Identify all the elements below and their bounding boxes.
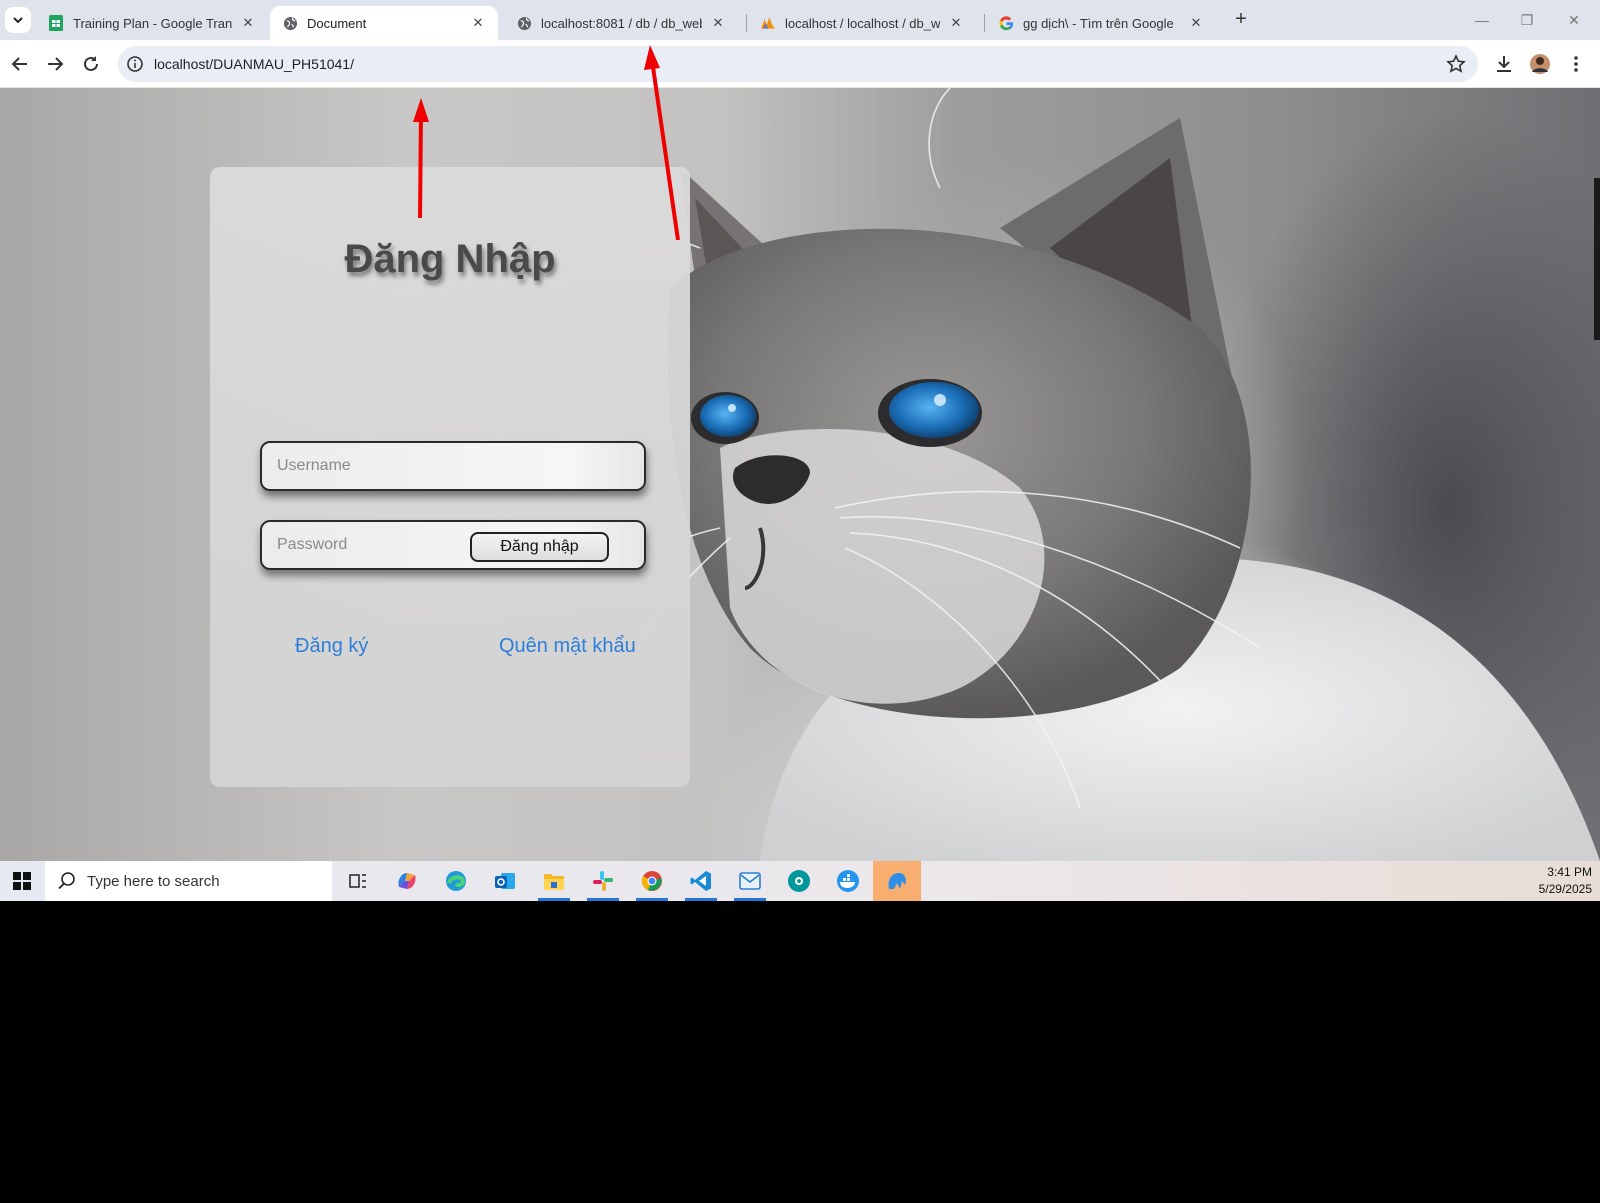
clock-time: 3:41 PM — [1547, 865, 1592, 879]
copilot-icon — [398, 873, 416, 889]
google-icon — [998, 15, 1014, 31]
outlook-app[interactable] — [481, 861, 529, 901]
running-indicator — [538, 898, 570, 901]
system-clock[interactable]: 3:41 PM 5/29/2025 — [1539, 864, 1592, 898]
windows-logo-icon — [13, 872, 31, 890]
reload-button[interactable] — [79, 52, 103, 76]
page-scrollbar[interactable] — [1594, 178, 1600, 340]
browser-toolbar: localhost/DUANMAU_PH51041/ — [0, 40, 1600, 88]
mail-icon — [739, 872, 761, 890]
close-icon[interactable]: ✕ — [710, 15, 726, 31]
tab-separator — [746, 14, 747, 32]
arduino-app[interactable] — [775, 861, 823, 901]
chevron-down-icon — [13, 17, 23, 24]
running-indicator — [685, 898, 717, 901]
task-view-button[interactable] — [334, 861, 382, 901]
clock-date: 5/29/2025 — [1538, 882, 1592, 896]
globe-icon — [282, 15, 298, 31]
vscode-app[interactable] — [677, 861, 725, 901]
login-card: Đăng Nhập Đăng nhập Đăng ký Quên mật khẩ… — [210, 167, 690, 787]
username-input[interactable] — [262, 443, 644, 489]
tab-training-plan[interactable]: Training Plan - Google Trang tính ✕ — [36, 6, 268, 40]
tab-title: gg dịch\ - Tìm trên Google — [1023, 15, 1174, 31]
tab-title: Document — [307, 15, 367, 31]
browser-menu-button[interactable] — [1564, 52, 1588, 76]
file-explorer-app[interactable] — [530, 861, 578, 901]
download-icon — [1497, 56, 1511, 72]
close-icon[interactable]: ✕ — [470, 15, 486, 31]
copilot-app[interactable] — [383, 861, 431, 901]
tab-title: Training Plan - Google Trang tính — [73, 15, 232, 31]
login-title: Đăng Nhập — [344, 237, 556, 281]
desktop-screen: Training Plan - Google Trang tính ✕ Docu… — [0, 0, 1600, 1203]
windows-taskbar: Type here to search 3:41 PM 5/29/2025 — [0, 861, 1600, 901]
tab-title: localhost:8081 / db / db_web_thoi_trang — [541, 15, 702, 31]
vscode-icon — [690, 871, 711, 891]
docker-icon — [837, 870, 859, 892]
tab-title: localhost / localhost / db_web_thoi_tran… — [785, 15, 940, 31]
browser-tab-strip: Training Plan - Google Trang tính ✕ Docu… — [0, 0, 1600, 40]
reload-icon — [84, 56, 98, 71]
back-button[interactable] — [8, 52, 32, 76]
tab-separator — [984, 14, 985, 32]
arrow-left-icon — [11, 57, 27, 71]
username-field-wrapper — [260, 441, 646, 491]
file-explorer-icon — [544, 874, 564, 890]
tab-localhost-8081[interactable]: localhost:8081 / db / db_web_thoi_trang … — [504, 6, 738, 40]
minimize-icon[interactable]: — — [1470, 8, 1494, 32]
chrome-icon — [641, 871, 662, 891]
blue-app[interactable] — [873, 861, 921, 901]
edge-app[interactable] — [432, 861, 480, 901]
url-text[interactable]: localhost/DUANMAU_PH51041/ — [154, 56, 354, 72]
address-bar[interactable]: localhost/DUANMAU_PH51041/ — [118, 46, 1478, 82]
arrow-right-icon — [48, 57, 64, 71]
running-indicator — [587, 898, 619, 901]
page-viewport: Đăng Nhập Đăng nhập Đăng ký Quên mật khẩ… — [0, 88, 1600, 861]
phpmyadmin-icon — [760, 15, 776, 31]
taskbar-search-box[interactable]: Type here to search — [45, 861, 332, 901]
running-indicator — [734, 898, 766, 901]
star-icon[interactable] — [1446, 54, 1466, 74]
new-tab-button[interactable]: + — [1230, 9, 1252, 31]
close-icon[interactable]: ✕ — [948, 15, 964, 31]
restore-icon[interactable]: ❐ — [1515, 8, 1539, 32]
forgot-password-link[interactable]: Quên mật khẩu — [499, 635, 636, 658]
arduino-icon — [788, 870, 810, 892]
close-icon[interactable]: ✕ — [240, 15, 256, 31]
docker-app[interactable] — [824, 861, 872, 901]
task-view-icon — [349, 874, 366, 888]
edge-icon — [446, 871, 466, 891]
chrome-app[interactable] — [628, 861, 676, 901]
cat-background-image — [640, 88, 1600, 861]
download-button[interactable] — [1492, 52, 1516, 76]
avatar-icon — [1530, 54, 1550, 74]
close-icon[interactable]: ✕ — [1188, 15, 1204, 31]
close-window-icon[interactable]: ✕ — [1562, 8, 1586, 32]
google-sheets-icon — [48, 15, 64, 31]
outlook-icon — [495, 873, 515, 889]
mail-app[interactable] — [726, 861, 774, 901]
login-submit-button[interactable]: Đăng nhập — [470, 532, 609, 562]
start-button[interactable] — [0, 861, 44, 901]
forward-button[interactable] — [43, 52, 67, 76]
tab-phpmyadmin[interactable]: localhost / localhost / db_web_thoi_tran… — [748, 6, 976, 40]
blue-app-icon — [888, 873, 906, 889]
running-indicator — [636, 898, 668, 901]
slack-app[interactable] — [579, 861, 627, 901]
info-icon[interactable] — [126, 55, 144, 73]
search-icon — [58, 872, 75, 890]
search-placeholder: Type here to search — [87, 872, 220, 890]
profile-avatar[interactable] — [1528, 52, 1552, 76]
register-link[interactable]: Đăng ký — [295, 635, 368, 658]
globe-icon — [516, 15, 532, 31]
tab-search-button[interactable] — [5, 7, 31, 33]
slack-icon — [593, 871, 613, 891]
more-vert-icon — [1574, 56, 1578, 72]
tab-google-search[interactable]: gg dịch\ - Tìm trên Google ✕ — [986, 6, 1216, 40]
tab-document[interactable]: Document ✕ — [270, 6, 498, 40]
